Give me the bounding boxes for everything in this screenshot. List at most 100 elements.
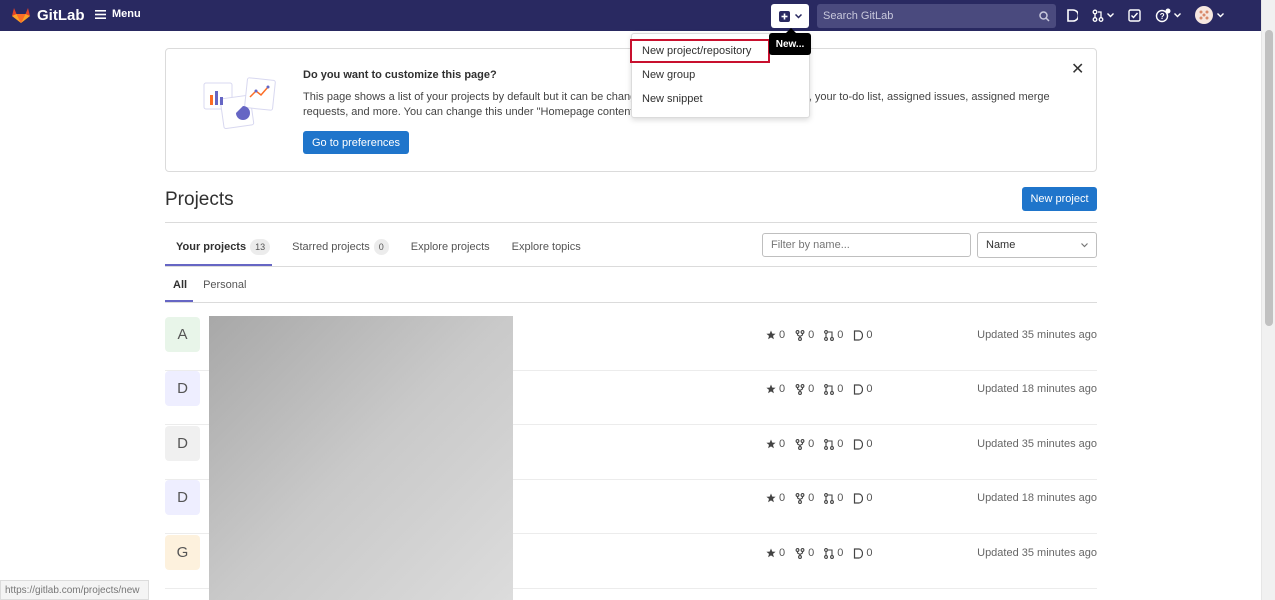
chevron-down-icon bbox=[1217, 12, 1224, 17]
mrs-value: 0 bbox=[837, 329, 844, 341]
menu-label: Menu bbox=[112, 8, 141, 20]
top-navbar: GitLab Menu ? bbox=[0, 0, 1261, 31]
issues-value: 0 bbox=[866, 492, 873, 504]
issues-icon bbox=[854, 438, 864, 450]
project-subtabs: All Personal bbox=[165, 276, 254, 294]
scrollbar[interactable] bbox=[1261, 0, 1275, 600]
stars-value: 0 bbox=[779, 383, 786, 395]
issues-value: 0 bbox=[866, 329, 873, 341]
star-icon bbox=[766, 548, 776, 558]
project-stats: 0 0 0 0 bbox=[766, 547, 873, 559]
subtab-all[interactable]: All bbox=[165, 276, 195, 294]
new-dropdown-button[interactable] bbox=[771, 4, 809, 28]
new-project-button[interactable]: New project bbox=[1022, 187, 1097, 211]
project-avatar[interactable]: D bbox=[165, 480, 200, 515]
count-badge: 13 bbox=[250, 239, 271, 255]
sort-label: Name bbox=[986, 239, 1016, 251]
issues-count[interactable]: 0 bbox=[853, 383, 873, 395]
merge-requests-menu[interactable] bbox=[1092, 9, 1114, 22]
tab-your-projects[interactable]: Your projects 13 bbox=[165, 235, 281, 259]
menu-button[interactable]: Menu bbox=[95, 8, 141, 20]
divider bbox=[165, 302, 1097, 303]
todo-icon[interactable] bbox=[1128, 8, 1141, 22]
tanuki-icon bbox=[12, 8, 30, 23]
project-tabs: Your projects 13 Starred projects 0 Expl… bbox=[165, 235, 592, 259]
star-icon bbox=[766, 384, 776, 394]
help-icon: ? bbox=[1155, 8, 1171, 22]
fork-icon bbox=[795, 547, 805, 559]
sort-dropdown[interactable]: Name bbox=[977, 232, 1097, 258]
stars-value: 0 bbox=[779, 492, 786, 504]
chevron-down-icon bbox=[1081, 242, 1088, 247]
tab-explore-topics[interactable]: Explore topics bbox=[501, 235, 592, 259]
project-avatar[interactable]: A bbox=[165, 317, 200, 352]
fork-icon bbox=[795, 492, 805, 504]
project-stats: 0 0 0 0 bbox=[766, 329, 873, 341]
project-stats: 0 0 0 0 bbox=[766, 492, 873, 504]
merge-request-icon bbox=[824, 383, 835, 395]
page-title: Projects bbox=[165, 189, 234, 210]
merge-requests-count[interactable]: 0 bbox=[824, 329, 843, 341]
merge-requests-count[interactable]: 0 bbox=[824, 383, 843, 395]
forks-value: 0 bbox=[808, 492, 815, 504]
merge-requests-count[interactable]: 0 bbox=[824, 438, 843, 450]
forks-value: 0 bbox=[808, 329, 815, 341]
hamburger-icon bbox=[95, 9, 106, 19]
stars-count[interactable]: 0 bbox=[766, 329, 785, 341]
subtab-personal[interactable]: Personal bbox=[195, 276, 254, 294]
stars-count[interactable]: 0 bbox=[766, 438, 785, 450]
star-icon bbox=[766, 439, 776, 449]
user-menu[interactable] bbox=[1195, 6, 1224, 24]
tab-label: Explore projects bbox=[410, 241, 490, 253]
menu-item-new-snippet[interactable]: New snippet bbox=[632, 87, 809, 111]
project-avatar[interactable]: D bbox=[165, 371, 200, 406]
search-input[interactable] bbox=[823, 10, 1023, 22]
scrollbar-thumb[interactable] bbox=[1265, 30, 1273, 326]
banner-title: Do you want to customize this page? bbox=[303, 69, 497, 81]
forks-value: 0 bbox=[808, 547, 815, 559]
forks-count[interactable]: 0 bbox=[795, 492, 814, 504]
stars-count[interactable]: 0 bbox=[766, 383, 785, 395]
search-box[interactable] bbox=[817, 4, 1056, 28]
project-avatar[interactable]: G bbox=[165, 535, 200, 570]
forks-count[interactable]: 0 bbox=[795, 383, 814, 395]
divider bbox=[165, 222, 1097, 223]
plus-square-icon bbox=[778, 10, 790, 22]
issues-count[interactable]: 0 bbox=[853, 329, 873, 341]
tab-starred-projects[interactable]: Starred projects 0 bbox=[281, 235, 400, 259]
forks-value: 0 bbox=[808, 438, 815, 450]
mrs-value: 0 bbox=[837, 383, 844, 395]
issues-value: 0 bbox=[866, 438, 873, 450]
chevron-down-icon bbox=[1174, 12, 1181, 17]
stars-value: 0 bbox=[779, 329, 786, 341]
svg-text:?: ? bbox=[1160, 12, 1165, 21]
merge-requests-count[interactable]: 0 bbox=[824, 547, 843, 559]
updated-timestamp: Updated 18 minutes ago bbox=[977, 383, 1097, 395]
issues-count[interactable]: 0 bbox=[853, 547, 873, 559]
project-stats: 0 0 0 0 bbox=[766, 383, 873, 395]
fork-icon bbox=[795, 329, 805, 341]
filter-input[interactable] bbox=[762, 233, 971, 257]
project-avatar[interactable]: D bbox=[165, 426, 200, 461]
issues-count[interactable]: 0 bbox=[853, 438, 873, 450]
menu-item-new-group[interactable]: New group bbox=[632, 63, 809, 87]
forks-value: 0 bbox=[808, 383, 815, 395]
new-tooltip: New... bbox=[769, 28, 811, 55]
tab-explore-projects[interactable]: Explore projects bbox=[400, 235, 501, 259]
issues-icon[interactable] bbox=[1066, 8, 1078, 22]
stars-count[interactable]: 0 bbox=[766, 492, 785, 504]
go-to-preferences-button[interactable]: Go to preferences bbox=[303, 131, 410, 154]
forks-count[interactable]: 0 bbox=[795, 329, 814, 341]
issues-count[interactable]: 0 bbox=[853, 492, 873, 504]
gitlab-logo[interactable]: GitLab bbox=[11, 6, 85, 24]
tab-label: Starred projects bbox=[292, 241, 370, 253]
menu-item-new-project[interactable]: New project/repository bbox=[630, 39, 770, 63]
close-icon[interactable]: ✕ bbox=[1071, 59, 1084, 79]
search-icon bbox=[1039, 10, 1050, 22]
stars-count[interactable]: 0 bbox=[766, 547, 785, 559]
customize-illustration bbox=[203, 77, 276, 130]
forks-count[interactable]: 0 bbox=[795, 438, 814, 450]
forks-count[interactable]: 0 bbox=[795, 547, 814, 559]
merge-requests-count[interactable]: 0 bbox=[824, 492, 843, 504]
help-menu[interactable]: ? bbox=[1155, 8, 1181, 23]
